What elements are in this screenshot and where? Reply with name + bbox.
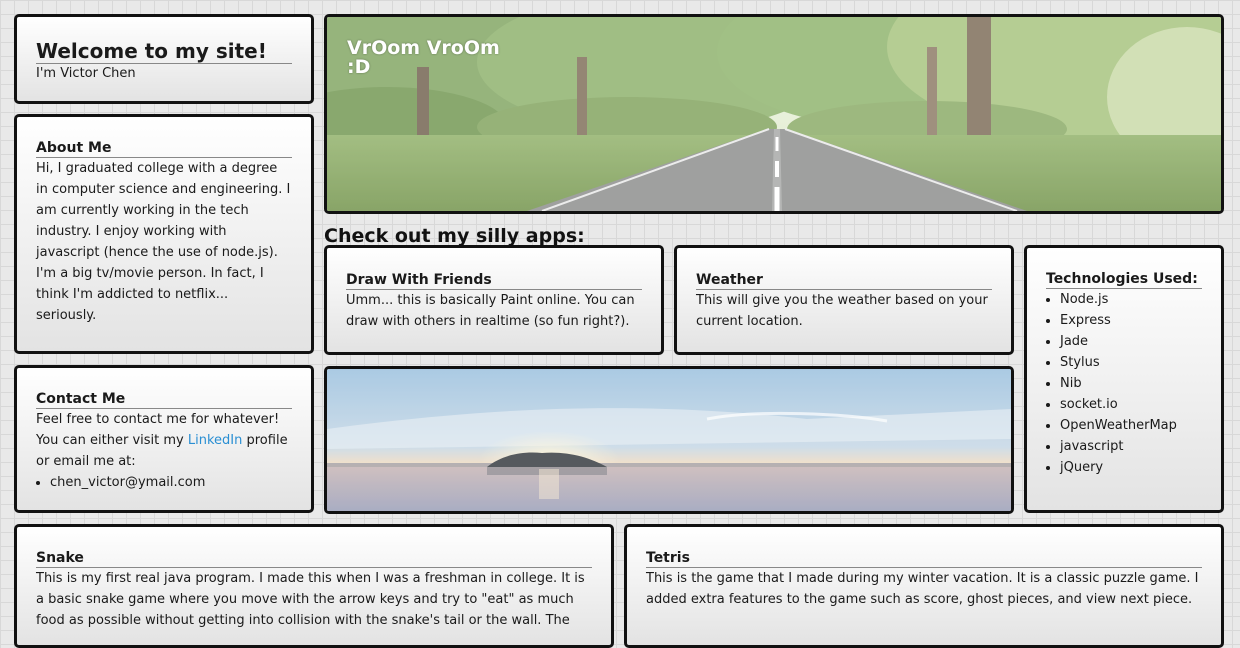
about-heading: About Me [36, 140, 292, 158]
banner-title-line2: :D [347, 56, 371, 78]
contact-card: Contact Me Feel free to contact me for w… [14, 365, 314, 513]
banner-title: VrOom VroOm :D [347, 39, 500, 77]
road-banner: VrOom VroOm :D [324, 14, 1224, 214]
technology-item: Stylus [1060, 352, 1202, 373]
app-card-weather[interactable]: Weather This will give you the weather b… [674, 245, 1014, 355]
linkedin-link[interactable]: LinkedIn [188, 433, 242, 448]
technology-item: socket.io [1060, 394, 1202, 415]
technology-item: Express [1060, 310, 1202, 331]
app-title[interactable]: Draw With Friends [346, 272, 642, 290]
technology-item: Nib [1060, 373, 1202, 394]
about-text: Hi, I graduated college with a degree in… [36, 161, 291, 323]
technologies-card: Technologies Used: Node.js Express Jade … [1024, 245, 1224, 513]
email-item[interactable]: chen_victor@ymail.com [50, 472, 292, 493]
technology-item: jQuery [1060, 457, 1202, 478]
app-card-snake[interactable]: Snake This is my first real java program… [14, 524, 614, 648]
app-description: This will give you the weather based on … [696, 293, 988, 329]
welcome-card: Welcome to my site! I'm Victor Chen [14, 14, 314, 104]
contact-heading: Contact Me [36, 391, 292, 409]
technology-item: Node.js [1060, 289, 1202, 310]
app-title[interactable]: Snake [36, 550, 592, 568]
technologies-heading: Technologies Used: [1046, 271, 1202, 289]
app-title[interactable]: Tetris [646, 550, 1202, 568]
technologies-list: Node.js Express Jade Stylus Nib socket.i… [1046, 289, 1202, 478]
app-card-tetris[interactable]: Tetris This is the game that I made duri… [624, 524, 1224, 648]
contact-list: chen_victor@ymail.com [36, 472, 292, 493]
app-title[interactable]: Weather [696, 272, 992, 290]
site-title: Welcome to my site! [36, 39, 292, 64]
technology-item: OpenWeatherMap [1060, 415, 1202, 436]
app-description: Umm... this is basically Paint online. Y… [346, 293, 635, 329]
app-description: This is the game that I made during my w… [646, 571, 1199, 607]
app-card-draw-with-friends[interactable]: Draw With Friends Umm... this is basical… [324, 245, 664, 355]
lake-banner [324, 366, 1014, 514]
contact-text: Feel free to contact me for whatever! Yo… [36, 409, 292, 472]
about-card: About Me Hi, I graduated college with a … [14, 114, 314, 354]
app-description: This is my first real java program. I ma… [36, 571, 585, 628]
lake-image [327, 369, 1011, 511]
site-subtitle: I'm Victor Chen [36, 66, 136, 81]
technology-item: Jade [1060, 331, 1202, 352]
contact-text-before: Feel free to contact me for whatever! Yo… [36, 412, 280, 448]
technology-item: javascript [1060, 436, 1202, 457]
